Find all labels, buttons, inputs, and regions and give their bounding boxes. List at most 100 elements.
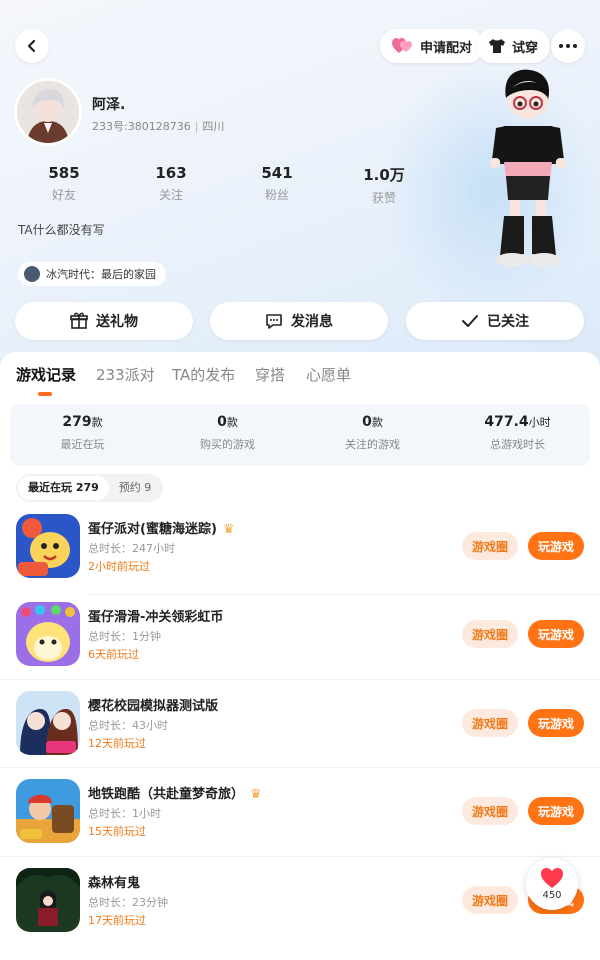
heart-icon bbox=[541, 868, 563, 888]
game-row[interactable]: 森林有鬼 总时长：23分钟 17天前玩过 游戏圈 玩游戏 bbox=[0, 856, 600, 956]
stat-likes[interactable]: 1.0万 获赞 bbox=[344, 164, 424, 206]
game-icon bbox=[16, 691, 80, 755]
summary-unit: 款 bbox=[371, 416, 383, 429]
game-last-played: 6天前玩过 bbox=[88, 648, 139, 661]
filter-reserve[interactable]: 预约 9 bbox=[109, 476, 162, 500]
avatar-character[interactable] bbox=[478, 66, 578, 276]
summary-purchased[interactable]: 0款 购买的游戏 bbox=[155, 414, 300, 452]
summary-unit: 款 bbox=[226, 416, 238, 429]
game-duration: 总时长：43小时 bbox=[88, 719, 168, 732]
game-last-played: 17天前玩过 bbox=[88, 914, 146, 927]
game-last-played: 15天前玩过 bbox=[88, 825, 146, 838]
back-button[interactable] bbox=[15, 29, 49, 63]
game-row[interactable]: 樱花校园模拟器测试版 总时长：43小时 12天前玩过 游戏圈 玩游戏 bbox=[0, 679, 600, 779]
send-gift-button[interactable]: 送礼物 bbox=[15, 302, 193, 340]
followed-button[interactable]: 已关注 bbox=[406, 302, 584, 340]
summary-unit: 小时 bbox=[528, 416, 551, 429]
stat-label: 关注 bbox=[158, 188, 183, 202]
game-last-played: 2小时前玩过 bbox=[88, 560, 150, 573]
stat-following[interactable]: 163 关注 bbox=[131, 164, 211, 203]
game-last-played: 12天前玩过 bbox=[88, 737, 146, 750]
game-circle-button[interactable]: 游戏圈 bbox=[462, 620, 518, 648]
stat-label: 获赞 bbox=[371, 191, 396, 205]
tab-game-records[interactable]: 游戏记录 bbox=[16, 364, 76, 385]
try-on-label: 试穿 bbox=[512, 40, 539, 56]
filter-recent[interactable]: 最近在玩 279 bbox=[18, 476, 109, 500]
followed-label: 已关注 bbox=[487, 314, 529, 330]
summary-label: 最近在玩 bbox=[60, 438, 105, 451]
crown-icon: ♛ bbox=[250, 787, 262, 802]
crown-icon: ♛ bbox=[222, 522, 235, 537]
apply-pair-label: 申请配对 bbox=[420, 40, 473, 56]
game-circle-button[interactable]: 游戏圈 bbox=[462, 886, 518, 914]
game-icon bbox=[16, 779, 80, 843]
like-count: 450 bbox=[542, 890, 562, 901]
summary-value: 477.4 bbox=[484, 414, 529, 430]
game-row[interactable]: 蛋仔滑滑-冲关领彩虹币 总时长：1分钟 6天前玩过 游戏圈 玩游戏 bbox=[0, 594, 600, 690]
game-name: 樱花校园模拟器测试版 bbox=[88, 699, 219, 714]
send-gift-label: 送礼物 bbox=[96, 314, 138, 330]
gift-icon bbox=[70, 312, 88, 329]
hearts-icon bbox=[392, 38, 412, 53]
play-summary: 279款 最近在玩 0款 购买的游戏 0款 关注的游戏 477.4小时 总游戏时… bbox=[10, 404, 590, 466]
stat-label: 好友 bbox=[51, 188, 76, 202]
summary-label: 购买的游戏 bbox=[200, 438, 255, 451]
game-duration: 总时长：1小时 bbox=[88, 807, 161, 820]
summary-followed-games[interactable]: 0款 关注的游戏 bbox=[300, 414, 445, 452]
stat-value: 163 bbox=[155, 164, 187, 182]
stat-value: 541 bbox=[261, 164, 293, 182]
game-row[interactable]: 地铁跑酷（共赴童梦奇旅） ♛ 总时长：1小时 15天前玩过 游戏圈 玩游戏 bbox=[0, 767, 600, 867]
game-circle-button[interactable]: 游戏圈 bbox=[462, 709, 518, 737]
avatar[interactable] bbox=[14, 78, 82, 146]
play-game-button[interactable]: 玩游戏 bbox=[528, 797, 584, 825]
summary-label: 总游戏时长 bbox=[490, 438, 545, 451]
more-dots-icon bbox=[559, 44, 577, 48]
send-message-button[interactable]: 发消息 bbox=[210, 302, 388, 340]
check-icon bbox=[462, 315, 478, 327]
floating-like-button[interactable]: 450 bbox=[526, 858, 578, 910]
play-game-button[interactable]: 玩游戏 bbox=[528, 620, 584, 648]
game-name: 蛋仔派对(蜜糖海迷踪) bbox=[88, 522, 217, 537]
try-on-button[interactable]: 试穿 bbox=[476, 29, 551, 63]
tshirt-icon bbox=[489, 39, 505, 53]
uid: 233号:380128736 bbox=[92, 120, 191, 133]
game-circle-button[interactable]: 游戏圈 bbox=[462, 532, 518, 560]
summary-value: 279 bbox=[62, 414, 92, 430]
tab-233-party[interactable]: 233派对 bbox=[96, 364, 155, 385]
tab-outfits[interactable]: 穿搭 bbox=[255, 364, 285, 385]
summary-value: 0 bbox=[362, 414, 372, 430]
play-game-button[interactable]: 玩游戏 bbox=[528, 709, 584, 737]
summary-label: 关注的游戏 bbox=[345, 438, 400, 451]
stat-value: 1.0万 bbox=[363, 166, 405, 184]
stat-label: 粉丝 bbox=[264, 188, 289, 202]
content-sheet: 游戏记录 233派对 TA的发布 穿搭 心愿单 279款 最近在玩 0款 购买的… bbox=[0, 352, 600, 960]
game-icon bbox=[16, 514, 80, 578]
list-filter: 最近在玩 279 预约 9 bbox=[16, 474, 164, 502]
tab-wishlist[interactable]: 心愿单 bbox=[306, 364, 351, 385]
play-game-button[interactable]: 玩游戏 bbox=[528, 532, 584, 560]
apply-pair-button[interactable]: 申请配对 bbox=[380, 29, 485, 63]
game-icon bbox=[16, 602, 80, 666]
summary-total-time[interactable]: 477.4小时 总游戏时长 bbox=[445, 414, 590, 452]
summary-unit: 款 bbox=[91, 416, 103, 429]
profile-header: 申请配对 试穿 阿泽. 233号:380128736 | 四川 585 好友 163… bbox=[0, 0, 600, 372]
game-name: 蛋仔滑滑-冲关领彩虹币 bbox=[88, 610, 224, 625]
more-button[interactable] bbox=[551, 29, 585, 63]
stat-value: 585 bbox=[48, 164, 80, 182]
game-duration: 总时长：23分钟 bbox=[88, 896, 168, 909]
game-row[interactable]: 蛋仔派对(蜜糖海迷踪) ♛ 总时长：247小时 2小时前玩过 游戏圈 玩游戏 bbox=[0, 514, 600, 602]
chat-icon bbox=[266, 314, 282, 329]
stat-fans[interactable]: 541 粉丝 bbox=[237, 164, 317, 203]
game-circle-button[interactable]: 游戏圈 bbox=[462, 797, 518, 825]
uid-line: 233号:380128736 | 四川 bbox=[92, 120, 225, 133]
nickname: 阿泽. bbox=[92, 97, 126, 113]
tab-indicator bbox=[38, 392, 52, 396]
game-tag-label: 冰汽时代：最后的家园 bbox=[46, 268, 156, 281]
send-message-label: 发消息 bbox=[291, 314, 333, 330]
bio: TA什么都没有写 bbox=[18, 223, 105, 237]
game-duration: 总时长：1分钟 bbox=[88, 630, 161, 643]
tab-posts[interactable]: TA的发布 bbox=[172, 364, 235, 385]
game-tag[interactable]: 冰汽时代：最后的家园 bbox=[18, 262, 166, 286]
stat-friends[interactable]: 585 好友 bbox=[24, 164, 104, 203]
summary-recent[interactable]: 279款 最近在玩 bbox=[10, 414, 155, 452]
